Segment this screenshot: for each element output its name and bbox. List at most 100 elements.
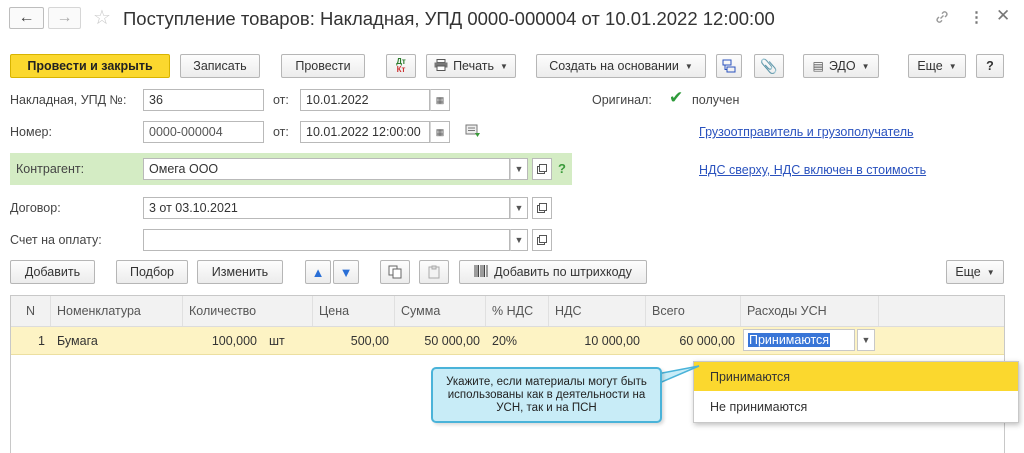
cell-price[interactable]: 500,00 bbox=[313, 328, 395, 353]
printer-icon bbox=[434, 58, 448, 74]
table-more-label: Еще bbox=[955, 265, 981, 279]
col-header-usn[interactable]: Расходы УСН bbox=[741, 296, 879, 326]
help-button[interactable]: ? bbox=[976, 54, 1004, 78]
number-field[interactable]: 0000-000004 bbox=[143, 121, 264, 143]
counterparty-open-icon[interactable] bbox=[532, 158, 552, 180]
chevron-down-icon: ▼ bbox=[948, 61, 957, 71]
col-header-n[interactable]: N bbox=[11, 296, 51, 326]
chevron-down-icon: ▼ bbox=[684, 61, 693, 71]
chevron-down-icon: ▼ bbox=[500, 61, 508, 71]
more-button[interactable]: Еще ▼ bbox=[908, 54, 966, 78]
cell-vat-rate[interactable]: 20% bbox=[486, 328, 549, 353]
cell-qty[interactable]: 100,000 bbox=[183, 328, 263, 353]
col-header-total[interactable]: Всего bbox=[646, 296, 741, 326]
forward-button[interactable]: → bbox=[48, 7, 81, 29]
save-button[interactable]: Записать bbox=[180, 54, 260, 78]
col-header-qty[interactable]: Количество bbox=[183, 296, 313, 326]
original-label: Оригинал: bbox=[592, 93, 652, 107]
original-checkbox[interactable]: ✔ bbox=[669, 88, 685, 107]
payment-label: Счет на оплату: bbox=[10, 233, 102, 247]
move-down-button[interactable]: ▼ bbox=[333, 260, 359, 284]
payment-field[interactable] bbox=[143, 229, 510, 251]
chevron-down-icon: ▼ bbox=[861, 61, 870, 71]
more-vertical-icon[interactable]: ⋮ bbox=[969, 8, 984, 26]
add-row-button[interactable]: Добавить bbox=[10, 260, 95, 284]
favorite-star-icon[interactable]: ☆ bbox=[93, 5, 111, 30]
structure-button[interactable] bbox=[716, 54, 742, 78]
number-label: Номер: bbox=[10, 125, 52, 139]
back-button[interactable]: ← bbox=[9, 7, 44, 29]
cell-n: 1 bbox=[38, 333, 45, 348]
usn-dropdown-icon[interactable]: ▼ bbox=[857, 329, 875, 351]
payment-dropdown-icon[interactable]: ▼ bbox=[510, 229, 528, 251]
counterparty-label: Контрагент: bbox=[16, 162, 85, 176]
structure-icon bbox=[722, 59, 736, 73]
contract-dropdown-icon[interactable]: ▼ bbox=[510, 197, 528, 219]
edo-icon: ▤ bbox=[812, 59, 824, 73]
usn-cell-editor[interactable]: Принимаются bbox=[743, 329, 855, 351]
add-by-barcode-button[interactable]: Добавить по штрихкоду bbox=[459, 260, 647, 284]
kt-label: Кт bbox=[396, 65, 406, 74]
window-title: Поступление товаров: Накладная, УПД 0000… bbox=[123, 8, 775, 29]
post-and-close-button[interactable]: Провести и закрыть bbox=[10, 54, 170, 78]
counterparty-field[interactable]: Омега ООО bbox=[143, 158, 510, 180]
create-based-on-button[interactable]: Создать на основании ▼ bbox=[536, 54, 706, 78]
print-button[interactable]: Печать ▼ bbox=[426, 54, 516, 78]
usn-selected-value: Принимаются bbox=[748, 333, 831, 347]
shipper-consignee-link[interactable]: Грузоотправитель и грузополучатель bbox=[699, 125, 914, 139]
vat-mode-link[interactable]: НДС сверху, НДС включен в стоимость bbox=[699, 163, 926, 177]
cell-vat[interactable]: 10 000,00 bbox=[549, 328, 646, 353]
copy-icon bbox=[388, 265, 402, 279]
calendar-icon[interactable]: ▦ bbox=[430, 121, 450, 143]
more-label: Еще bbox=[917, 59, 943, 73]
invoice-date-label: от: bbox=[273, 93, 289, 107]
edo-button[interactable]: ▤ ЭДО ▼ bbox=[803, 54, 879, 78]
paste-button[interactable] bbox=[419, 260, 449, 284]
cell-total[interactable]: 60 000,00 bbox=[646, 328, 741, 353]
cell-item[interactable]: Бумага bbox=[51, 328, 183, 353]
barcode-icon bbox=[474, 264, 488, 280]
col-header-item[interactable]: Номенклатура bbox=[51, 296, 183, 326]
help-question-icon[interactable]: ? bbox=[558, 161, 566, 176]
invoice-number-field[interactable]: 36 bbox=[143, 89, 264, 111]
change-button[interactable]: Изменить bbox=[197, 260, 283, 284]
dropdown-option-not-accept[interactable]: Не принимаются bbox=[694, 392, 1018, 421]
close-icon[interactable]: ✕ bbox=[996, 6, 1010, 26]
link-icon[interactable] bbox=[934, 9, 950, 29]
dt-kt-button[interactable]: Дт Кт bbox=[386, 54, 416, 78]
arrow-right-icon: → bbox=[56, 9, 73, 26]
attach-button[interactable]: 📎 bbox=[754, 54, 784, 78]
arrow-left-icon: ← bbox=[18, 9, 35, 26]
contract-label: Договор: bbox=[10, 201, 61, 215]
cell-sum[interactable]: 50 000,00 bbox=[395, 328, 486, 353]
col-header-price[interactable]: Цена bbox=[313, 296, 395, 326]
invoice-label: Накладная, УПД №: bbox=[10, 93, 127, 107]
contract-open-icon[interactable] bbox=[532, 197, 552, 219]
callout-box: Укажите, если материалы могут быть испол… bbox=[431, 367, 662, 423]
col-header-vat[interactable]: НДС bbox=[549, 296, 646, 326]
col-header-sum[interactable]: Сумма bbox=[395, 296, 486, 326]
move-up-button[interactable]: ▲ bbox=[305, 260, 331, 284]
paperclip-icon: 📎 bbox=[760, 57, 778, 74]
dropdown-option-accept[interactable]: Принимаются bbox=[694, 362, 1018, 391]
add-by-barcode-label: Добавить по штрихкоду bbox=[494, 265, 632, 279]
post-button[interactable]: Провести bbox=[281, 54, 365, 78]
original-value-label: получен bbox=[692, 93, 740, 107]
paste-icon bbox=[428, 265, 440, 279]
selection-button[interactable]: Подбор bbox=[116, 260, 188, 284]
col-header-vat-rate[interactable]: % НДС bbox=[486, 296, 549, 326]
payment-open-icon[interactable] bbox=[532, 229, 552, 251]
checkmark-icon: ✔ bbox=[669, 88, 684, 107]
calendar-icon[interactable]: ▦ bbox=[430, 89, 450, 111]
cell-unit[interactable]: шт bbox=[263, 328, 313, 353]
edit-number-icon[interactable] bbox=[465, 124, 481, 141]
arrow-down-icon: ▼ bbox=[339, 264, 353, 280]
invoice-date-field[interactable]: 10.01.2022 bbox=[300, 89, 430, 111]
contract-field[interactable]: 3 от 03.10.2021 bbox=[143, 197, 510, 219]
copy-button[interactable] bbox=[380, 260, 410, 284]
counterparty-dropdown-icon[interactable]: ▼ bbox=[510, 158, 528, 180]
table-more-button[interactable]: Еще ▼ bbox=[946, 260, 1004, 284]
print-label: Печать bbox=[453, 59, 495, 73]
number-date-field[interactable]: 10.01.2022 12:00:00 bbox=[300, 121, 430, 143]
callout-text: Укажите, если материалы могут быть испол… bbox=[446, 375, 647, 414]
